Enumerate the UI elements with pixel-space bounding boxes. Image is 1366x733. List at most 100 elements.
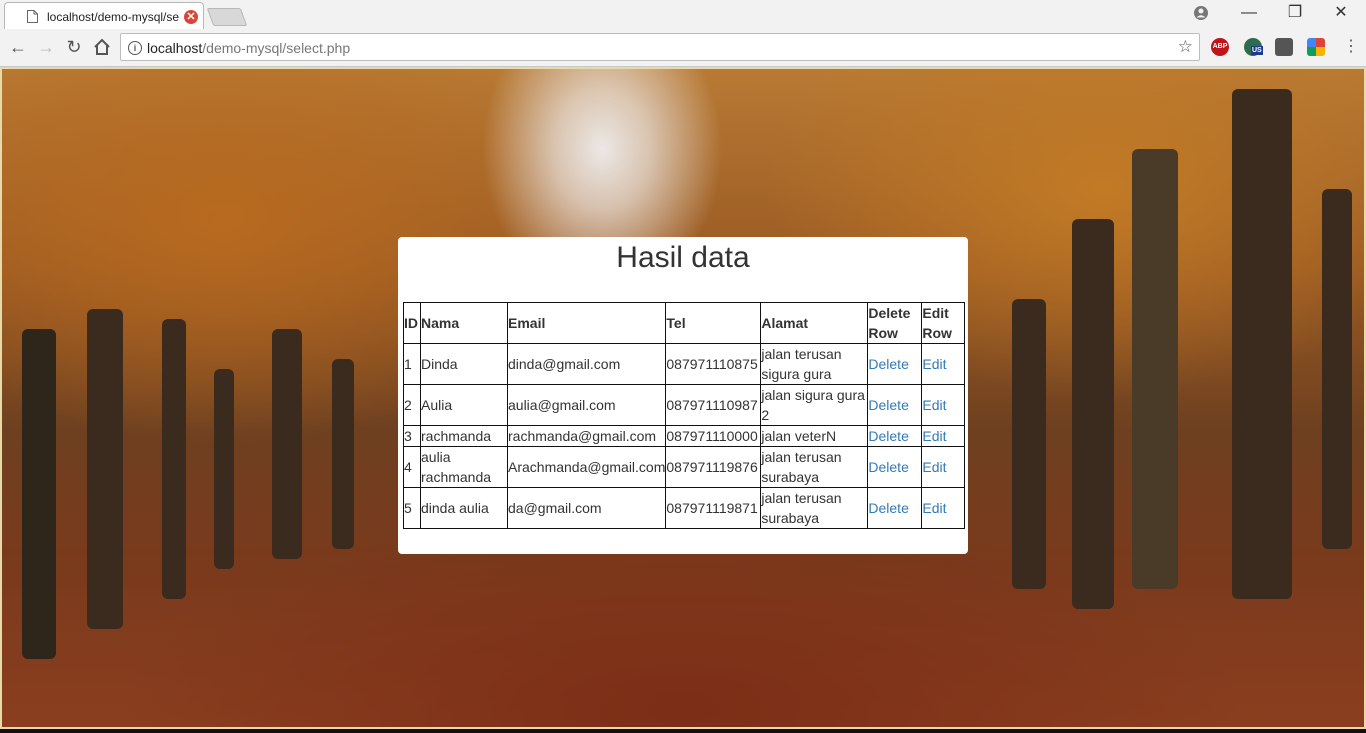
table-row: 5 dinda aulia da@gmail.com 087971119871 …	[403, 487, 966, 529]
home-button[interactable]	[90, 35, 114, 59]
cell-nama: rachmanda	[420, 425, 508, 447]
cell-edit: Edit	[921, 446, 966, 488]
data-card: Hasil data ID Nama Email Tel Alamat Dele…	[398, 237, 968, 554]
table-header-row: ID Nama Email Tel Alamat Delete Row Edit…	[403, 302, 966, 344]
cell-edit: Edit	[921, 384, 966, 426]
cell-delete: Delete	[867, 446, 923, 488]
cell-delete: Delete	[867, 425, 923, 447]
taskbar-strip	[0, 729, 1366, 733]
browser-toolbar: ← → ↻ i localhost/demo-mysql/select.php …	[0, 29, 1366, 67]
cell-nama: Aulia	[420, 384, 508, 426]
cell-nama: aulia rachmanda	[420, 446, 508, 488]
back-button[interactable]: ←	[6, 35, 30, 59]
reload-button[interactable]: ↻	[62, 35, 86, 59]
url-path: /demo-mysql/select.php	[202, 40, 351, 56]
cell-id: 4	[403, 446, 421, 488]
column-header-id: ID	[403, 302, 421, 344]
adblock-extension-icon[interactable]: ABP	[1211, 38, 1229, 56]
new-tab-button[interactable]	[206, 8, 248, 26]
cell-id: 5	[403, 487, 421, 529]
page-title: Hasil data	[616, 241, 750, 274]
table-row: 2 Aulia aulia@gmail.com 087971110987 jal…	[403, 384, 966, 426]
column-header-delete: Delete Row	[867, 302, 923, 344]
delete-link[interactable]: Delete	[868, 500, 908, 516]
cell-email: Arachmanda@gmail.com	[506, 446, 667, 488]
cell-alamat: jalan sigura gura 2	[760, 384, 869, 426]
cell-alamat: jalan terusan sigura gura	[760, 343, 869, 385]
table-row: 1 Dinda dinda@gmail.com 087971110875 jal…	[403, 343, 966, 385]
address-url: localhost/demo-mysql/select.php	[147, 40, 350, 56]
globe-extension-badge: US	[1251, 46, 1263, 55]
cell-delete: Delete	[867, 384, 923, 426]
table-row: 4 aulia rachmanda Arachmanda@gmail.com 0…	[403, 446, 966, 488]
edit-link[interactable]: Edit	[922, 397, 946, 413]
cell-tel: 087971110000	[665, 425, 762, 447]
browser-tab[interactable]: localhost/demo-mysql/select.php ✕	[4, 2, 204, 29]
cell-email: dinda@gmail.com	[506, 343, 667, 385]
url-host: localhost	[147, 40, 203, 56]
info-icon[interactable]: i	[128, 41, 142, 55]
maximize-button[interactable]: ❐	[1272, 0, 1318, 28]
cell-delete: Delete	[867, 343, 923, 385]
column-header-tel: Tel	[665, 302, 762, 344]
screenshot-extension-icon[interactable]	[1275, 38, 1293, 56]
background-tree	[214, 369, 234, 569]
cell-edit: Edit	[921, 425, 966, 447]
background-tree	[272, 329, 302, 559]
edit-link[interactable]: Edit	[922, 500, 946, 516]
globe-extension-icon[interactable]: US	[1244, 38, 1263, 56]
color-extension-icon[interactable]	[1307, 38, 1325, 56]
cell-nama: dinda aulia	[420, 487, 508, 529]
background-tree	[1072, 219, 1114, 609]
background-tree	[1322, 189, 1352, 549]
cell-email: da@gmail.com	[506, 487, 667, 529]
cell-tel: 087971119876	[665, 446, 762, 488]
profile-icon[interactable]	[1178, 0, 1224, 28]
cell-tel: 087971119871	[665, 487, 762, 529]
browser-chrome: localhost/demo-mysql/select.php ✕ — ❐ ✕ …	[0, 0, 1366, 67]
delete-link[interactable]: Delete	[868, 397, 908, 413]
forward-button[interactable]: →	[34, 35, 58, 59]
address-bar[interactable]: i localhost/demo-mysql/select.php ☆	[120, 33, 1200, 61]
data-table: ID Nama Email Tel Alamat Delete Row Edit…	[403, 302, 966, 529]
menu-icon[interactable]: ⋮	[1339, 35, 1363, 59]
background-tree	[1012, 299, 1046, 589]
edit-link[interactable]: Edit	[922, 428, 946, 444]
column-header-edit: Edit Row	[921, 302, 966, 344]
table-row: 3 rachmanda rachmanda@gmail.com 08797111…	[403, 425, 966, 447]
cell-edit: Edit	[921, 343, 966, 385]
background-tree	[1232, 89, 1292, 599]
bookmark-star-icon[interactable]: ☆	[1178, 37, 1193, 57]
cell-email: aulia@gmail.com	[506, 384, 667, 426]
cell-alamat: jalan veterN	[760, 425, 869, 447]
edit-link[interactable]: Edit	[922, 356, 946, 372]
cell-tel: 087971110987	[665, 384, 762, 426]
page-icon	[27, 10, 38, 23]
column-header-email: Email	[506, 302, 667, 344]
background-tree	[22, 329, 56, 659]
column-header-alamat: Alamat	[760, 302, 869, 344]
cell-delete: Delete	[867, 487, 923, 529]
cell-id: 3	[403, 425, 421, 447]
delete-link[interactable]: Delete	[868, 428, 908, 444]
cell-alamat: jalan terusan surabaya	[760, 446, 869, 488]
cell-alamat: jalan terusan surabaya	[760, 487, 869, 529]
close-tab-icon[interactable]: ✕	[184, 10, 198, 24]
delete-link[interactable]: Delete	[868, 356, 908, 372]
cell-id: 2	[403, 384, 421, 426]
background-tree	[87, 309, 123, 629]
column-header-nama: Nama	[420, 302, 508, 344]
tab-strip: localhost/demo-mysql/select.php ✕ — ❐ ✕	[0, 0, 1366, 29]
cell-edit: Edit	[921, 487, 966, 529]
minimize-button[interactable]: —	[1226, 0, 1272, 28]
cell-nama: Dinda	[420, 343, 508, 385]
background-tree	[1132, 149, 1178, 589]
window-close-button[interactable]: ✕	[1318, 0, 1364, 28]
background-tree	[332, 359, 354, 549]
delete-link[interactable]: Delete	[868, 459, 908, 475]
tab-title: localhost/demo-mysql/select.php	[47, 10, 179, 24]
cell-tel: 087971110875	[665, 343, 762, 385]
cell-email: rachmanda@gmail.com	[506, 425, 667, 447]
edit-link[interactable]: Edit	[922, 459, 946, 475]
background-tree	[162, 319, 186, 599]
